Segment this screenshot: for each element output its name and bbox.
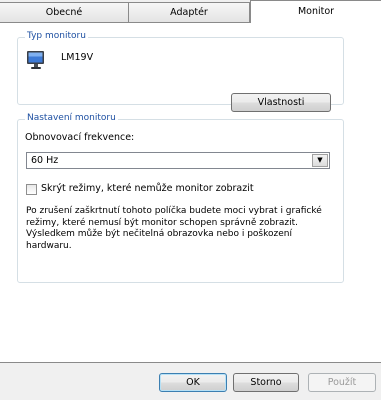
apply-button[interactable]: Použít: [308, 373, 376, 392]
monitor-type-title: Typ monitoru: [25, 31, 88, 41]
ok-button[interactable]: OK: [159, 373, 227, 392]
refresh-rate-value: 60 Hz: [31, 155, 59, 166]
refresh-rate-select[interactable]: 60 Hz ▼: [26, 152, 330, 169]
monitor-name: LM19V: [61, 52, 94, 63]
monitor-settings-title: Nastavení monitoru: [25, 113, 118, 123]
tab-adapter[interactable]: Adaptér: [128, 2, 250, 23]
hide-modes-checkbox[interactable]: [26, 184, 37, 195]
properties-button[interactable]: Vlastnosti: [231, 93, 331, 112]
monitor-icon: [27, 51, 44, 69]
tab-monitor[interactable]: Monitor: [250, 0, 381, 23]
monitor-type-group: Typ monitoru LM19V Vlastnosti: [17, 31, 344, 112]
refresh-rate-label: Obnovovací frekvence:: [25, 132, 135, 143]
tab-general[interactable]: Obecné: [0, 2, 129, 23]
chevron-down-icon[interactable]: ▼: [312, 154, 328, 167]
hide-modes-label[interactable]: Skrýt režimy, které nemůže monitor zobra…: [41, 183, 254, 194]
tab-panel-monitor: Typ monitoru LM19V Vlastnosti Nastavení …: [0, 22, 381, 363]
warning-note: Po zrušení zaškrtnutí tohoto políčka bud…: [26, 206, 322, 251]
cancel-button[interactable]: Storno: [233, 373, 299, 392]
monitor-settings-group: Nastavení monitoru Obnovovací frekvence:…: [17, 113, 344, 283]
tab-strip: Obecné Adaptér Monitor: [0, 0, 381, 23]
